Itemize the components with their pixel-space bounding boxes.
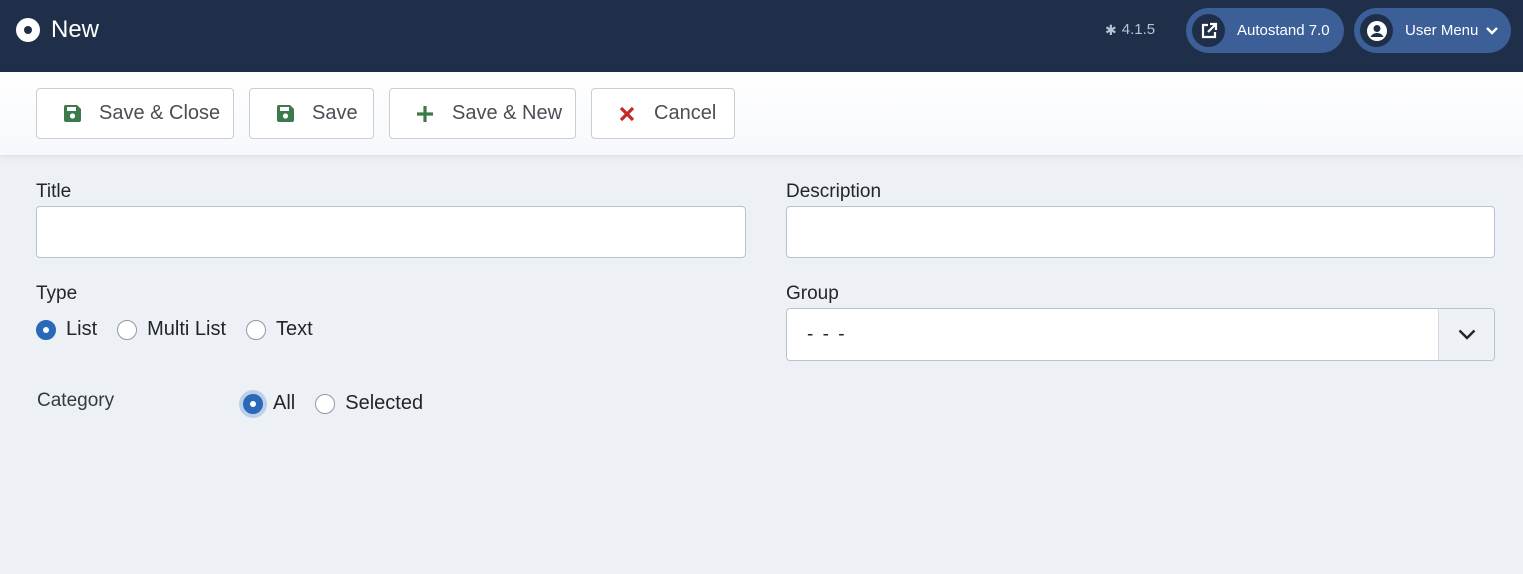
category-label: Category	[37, 390, 115, 411]
version-info: ✱ 4.1.5	[1105, 21, 1155, 39]
type-option-label: List	[66, 318, 98, 340]
save-new-label: Save & New	[452, 102, 563, 124]
save-icon	[274, 103, 296, 125]
category-radio-group: All Selected	[243, 392, 443, 415]
save-close-button[interactable]: Save & Close	[36, 88, 234, 139]
version-text: 4.1.5	[1121, 21, 1156, 38]
category-option-label: Selected	[345, 392, 424, 414]
close-icon	[616, 103, 638, 125]
save-close-label: Save & Close	[99, 102, 221, 124]
record-icon	[16, 18, 40, 42]
top-header: New ✱ 4.1.5 Autostand 7.0 User Menu	[0, 0, 1523, 72]
site-link-label: Autostand 7.0	[1237, 22, 1330, 39]
chevron-down-icon[interactable]	[1438, 309, 1494, 360]
page-title: New	[51, 16, 100, 43]
type-option-label: Multi List	[147, 318, 227, 340]
toolbar: Save & Close Save Save & New Cancel	[0, 72, 1523, 156]
site-link-button[interactable]: Autostand 7.0	[1186, 8, 1344, 53]
description-input[interactable]	[786, 206, 1495, 258]
type-radio-list[interactable]	[36, 319, 56, 340]
plus-icon	[414, 103, 436, 125]
description-label: Description	[786, 181, 882, 202]
title-input[interactable]	[36, 206, 746, 258]
cancel-label: Cancel	[654, 102, 717, 124]
joomla-icon: ✱	[1105, 22, 1117, 38]
type-option-label: Text	[276, 318, 313, 340]
type-radio-group: List Multi List Text	[36, 318, 333, 341]
save-button[interactable]: Save	[249, 88, 374, 139]
user-menu-button[interactable]: User Menu	[1354, 8, 1511, 53]
group-select[interactable]: - - -	[786, 308, 1495, 361]
user-avatar-icon	[1360, 14, 1393, 47]
category-radio-selected[interactable]	[315, 393, 336, 414]
external-link-icon	[1192, 14, 1225, 47]
group-label: Group	[786, 283, 839, 304]
user-menu-label: User Menu	[1405, 22, 1479, 39]
chevron-down-icon	[1486, 26, 1499, 35]
save-new-button[interactable]: Save & New	[389, 88, 576, 139]
save-icon	[61, 103, 83, 125]
category-radio-all[interactable]	[243, 393, 263, 414]
title-label: Title	[36, 181, 72, 202]
cancel-button[interactable]: Cancel	[591, 88, 735, 139]
save-label: Save	[312, 102, 358, 124]
type-label: Type	[36, 283, 78, 304]
type-radio-multi-list[interactable]	[117, 319, 138, 340]
group-select-value: - - -	[807, 324, 847, 345]
category-option-label: All	[273, 392, 296, 414]
type-radio-text[interactable]	[246, 319, 267, 340]
